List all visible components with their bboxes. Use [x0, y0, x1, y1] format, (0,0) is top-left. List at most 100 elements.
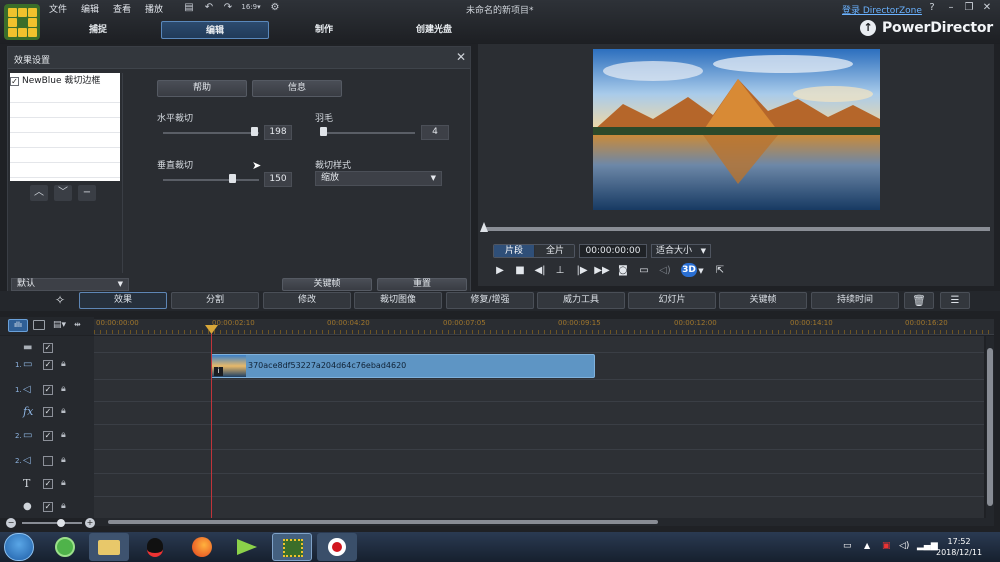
fast-forward-icon[interactable]: ▶▶	[594, 264, 610, 278]
h-crop-value[interactable]: 198	[264, 125, 292, 140]
3d-mode-icon[interactable]: 3D	[681, 263, 697, 277]
fit-size-dropdown[interactable]: 适合大小 ▼	[651, 244, 711, 258]
taskbar-explorer-icon[interactable]	[89, 533, 129, 561]
timeline-horizontal-scrollbar[interactable]	[94, 518, 994, 526]
modify-button[interactable]: 修改	[263, 292, 351, 309]
zoom-in-icon[interactable]: +	[85, 518, 95, 528]
menu-file[interactable]: 文件	[49, 2, 67, 15]
lock-icon[interactable]: 🔒︎	[61, 501, 70, 512]
help-icon[interactable]: ?	[926, 2, 938, 14]
taskbar-powerdirector-icon[interactable]	[272, 533, 312, 561]
lock-icon[interactable]: 🔒︎	[61, 430, 70, 441]
track-enable-checkbox[interactable]: ✓	[43, 502, 53, 512]
display-icon[interactable]: ▭	[636, 264, 652, 278]
menu-play[interactable]: 播放	[145, 2, 163, 15]
effect-checkbox[interactable]: ✓	[10, 77, 19, 86]
help-button[interactable]: 帮助	[157, 80, 247, 97]
menu-edit[interactable]: 编辑	[81, 2, 99, 15]
camera-icon[interactable]: ◙	[615, 264, 631, 278]
effect-list[interactable]	[10, 73, 120, 181]
h-crop-thumb[interactable]	[251, 127, 258, 136]
lock-icon[interactable]: 🔒︎	[61, 359, 70, 370]
zoom-slider[interactable]	[22, 522, 82, 524]
info-button[interactable]: 信息	[252, 80, 342, 97]
crop-style-dropdown[interactable]: 缩放 ▼	[315, 171, 442, 186]
move-down-button[interactable]: ﹀	[54, 185, 72, 201]
v-crop-value[interactable]: 150	[264, 172, 292, 187]
reset-button[interactable]: 重置	[377, 278, 467, 291]
tab-effect[interactable]: 效果	[79, 292, 167, 309]
magic-wand-icon[interactable]: ✧	[52, 293, 68, 309]
zoom-out-icon[interactable]: −	[6, 518, 16, 528]
stop-icon[interactable]: ■	[512, 264, 528, 278]
scroll-thumb[interactable]	[987, 348, 993, 506]
lock-icon[interactable]: 🔒︎	[61, 455, 70, 466]
storyboard-view-icon[interactable]	[33, 320, 45, 330]
upgrade-arrow-icon[interactable]: ↑	[860, 20, 876, 36]
taskbar-firefox-icon[interactable]	[182, 533, 222, 561]
start-button-icon[interactable]	[4, 533, 34, 561]
playhead[interactable]	[211, 326, 212, 518]
settings-gear-icon[interactable]: ⚙	[269, 2, 281, 13]
feather-thumb[interactable]	[320, 127, 327, 136]
timeline-vertical-scrollbar[interactable]	[986, 336, 994, 518]
tray-security-icon[interactable]: ▣	[882, 541, 891, 551]
track-enable-checkbox[interactable]: ✓	[43, 431, 53, 441]
remove-effect-button[interactable]: −	[78, 185, 96, 201]
crop-image-button[interactable]: 裁切图像	[354, 292, 442, 309]
preview-scrub-bar[interactable]	[482, 227, 990, 231]
seg-full[interactable]: 全片	[535, 245, 574, 257]
undock-preview-icon[interactable]: ⇱	[712, 264, 728, 278]
close-icon[interactable]: ✕	[981, 2, 993, 14]
track-enable-checkbox[interactable]: ✓	[43, 385, 53, 395]
taskbar-app-360-icon[interactable]	[45, 533, 85, 561]
zoom-thumb[interactable]	[57, 519, 65, 527]
scroll-thumb[interactable]	[108, 520, 658, 524]
duration-button[interactable]: 持续时间	[811, 292, 899, 309]
v-crop-slider[interactable]	[163, 179, 259, 181]
tab-capture[interactable]: 捕捉	[44, 21, 152, 39]
tray-battery-icon[interactable]: ▭	[843, 541, 852, 551]
track-enable-checkbox[interactable]: ✓	[43, 343, 53, 353]
redo-icon[interactable]: ↷	[222, 2, 234, 13]
seg-clip[interactable]: 片段	[494, 245, 534, 257]
tab-edit[interactable]: 编辑	[161, 21, 269, 39]
tab-produce[interactable]: 制作	[270, 21, 378, 39]
fit-timeline-icon[interactable]: ⇹	[74, 320, 86, 330]
track-enable-checkbox[interactable]: ✓	[43, 479, 53, 489]
tray-volume-icon[interactable]: ◁)	[899, 541, 909, 551]
prev-frame-icon[interactable]: ◀|	[532, 264, 548, 278]
snapshot-mark-icon[interactable]: ⊥	[552, 264, 568, 278]
track-manager-icon[interactable]: ▤▾	[53, 320, 67, 330]
track-enable-checkbox[interactable]	[43, 456, 53, 466]
minimize-icon[interactable]: –	[945, 2, 957, 14]
video-clip[interactable]: i 370ace8df53227a204d64c76ebad4620	[211, 354, 595, 378]
delete-icon[interactable]: 🗑	[904, 292, 934, 309]
feather-value[interactable]: 4	[421, 125, 449, 140]
taskbar-recorder-icon[interactable]	[317, 533, 357, 561]
save-icon[interactable]: ▤	[183, 2, 195, 13]
v-crop-thumb[interactable]	[229, 174, 236, 183]
tray-expand-icon[interactable]: ▲	[864, 541, 870, 550]
keyframe-button[interactable]: 关键帧	[282, 278, 372, 291]
split-button[interactable]: 分割	[171, 292, 259, 309]
move-up-button[interactable]: ︿	[30, 185, 48, 201]
panel-close-icon[interactable]: ✕	[454, 50, 468, 64]
next-frame-icon[interactable]: |▶	[574, 264, 590, 278]
timeline-view-icon[interactable]: ıllı	[8, 319, 28, 332]
aspect-ratio-icon[interactable]: 16:9▾	[241, 2, 261, 13]
feather-slider[interactable]	[321, 132, 415, 134]
track-enable-checkbox[interactable]: ✓	[43, 407, 53, 417]
more-options-icon[interactable]: ☰	[940, 292, 970, 309]
volume-icon[interactable]: ◁)	[657, 264, 673, 278]
slideshow-button[interactable]: 幻灯片	[628, 292, 716, 309]
taskbar-media-icon[interactable]	[227, 533, 267, 561]
track-enable-checkbox[interactable]: ✓	[43, 360, 53, 370]
power-tools-button[interactable]: 威力工具	[537, 292, 625, 309]
maximize-icon[interactable]: ❐	[963, 2, 975, 14]
tab-create-disc[interactable]: 创建光盘	[380, 21, 488, 39]
chevron-down-icon[interactable]: ▼	[697, 264, 705, 278]
effect-list-item[interactable]: ✓ NewBlue 裁切边框	[10, 74, 100, 88]
play-icon[interactable]: ▶	[492, 264, 508, 278]
h-crop-slider[interactable]	[163, 132, 259, 134]
